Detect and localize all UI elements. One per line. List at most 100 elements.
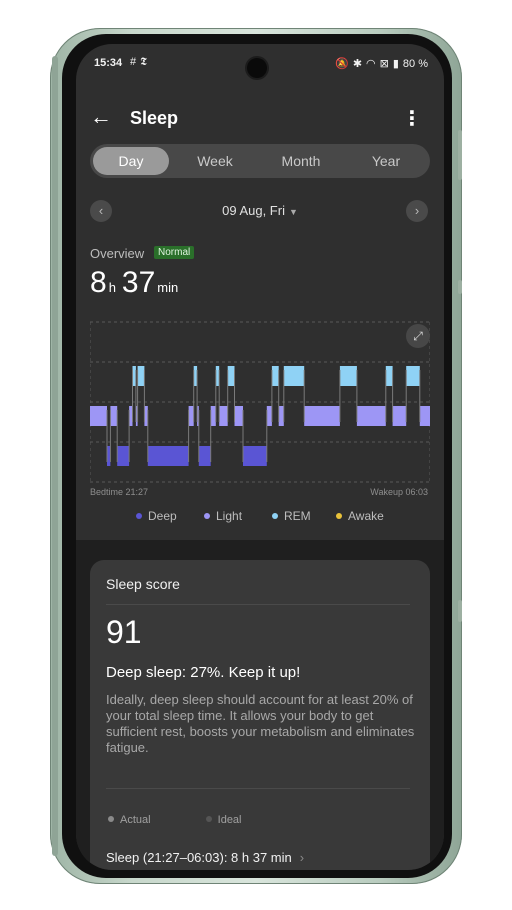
score-description: Ideally, deep sleep should account for a… [106,692,415,755]
sleep-segment-deep [107,446,111,466]
sleep-segment-light [219,406,228,426]
card-divider-2 [106,788,410,789]
sleep-segment-rem [227,366,235,386]
sleep-score-value: 91 [106,614,142,650]
grid-icon: # [130,56,141,68]
mute-icon: 🔕 [335,58,349,70]
sleep-segment-light [278,406,284,426]
status-badge: Normal [154,246,195,259]
sleep-segment-rem [283,366,305,386]
status-left-icons: #𝕿 [130,56,151,69]
status-right: 🔕 ✱ ◠ ⊠ ▮ 80 % [331,57,428,70]
date-selector[interactable]: 09 Aug, Fri ▼ [76,203,444,218]
status-time: 15:34 [94,57,123,69]
chevron-right-icon: › [414,203,420,218]
legend-light-dot [204,512,210,519]
legend-rem-label: REM [284,509,311,523]
back-arrow-icon[interactable]: ← [90,104,112,130]
legend-light-label: Light [216,509,243,523]
sleep-segment-rem [215,366,220,386]
next-day-button[interactable]: › [406,200,428,222]
legend-deep-dot [136,512,142,519]
sleep-segment-rem [339,366,357,386]
sleep-segment-rem [271,366,279,386]
duration-hours-unit: h [108,280,116,295]
tab-month[interactable]: Month [260,147,342,175]
actual-dot [108,816,114,823]
legend-deep: Deep [136,509,177,523]
more-options-icon[interactable]: ⋮ [402,106,422,131]
sleep-segment-light [144,406,148,426]
date-navigator: ‹ 09 Aug, Fri ▼ › [76,200,444,224]
sleep-segment-rem [137,366,145,386]
sleep-segment-light [419,406,430,426]
legend-awake-label: Awake [348,509,384,523]
lower-section: Sleep score 91 Deep sleep: 27%. Keep it … [76,540,444,870]
sleep-segment-light [90,406,107,426]
legend-ideal: Ideal [205,814,268,826]
sleep-segment-light [188,406,194,426]
legend-rem: REM [272,509,311,523]
tab-year[interactable]: Year [346,147,426,175]
status-bar: 15:34 #𝕿 🔕 ✱ ◠ ⊠ ▮ 80 % [76,56,444,78]
wakeup-label: Wakeup 06:03 [370,487,428,497]
news-icon: 𝕿 [140,56,151,68]
sleep-segment-rem [406,366,420,386]
sleep-stage-chart [90,321,430,483]
expand-icon: ⤢ [413,329,423,343]
legend-actual-label: Actual [120,814,151,826]
date-label: 09 Aug, Fri [222,203,285,218]
volume-button [458,130,462,180]
sleep-score-card[interactable]: Sleep score 91 Deep sleep: 27%. Keep it … [90,560,430,870]
legend-ideal-label: Ideal [217,814,242,826]
caret-down-icon: ▼ [288,207,298,217]
duration-minutes-unit: min [157,280,179,295]
sleep-segment-light [356,406,386,426]
tab-week[interactable]: Week [175,147,255,175]
sleep-segment-light [110,406,118,426]
legend-light: Light [204,509,242,523]
expand-chart-button[interactable]: ⤢ [406,324,430,348]
wifi-icon: ◠ [366,58,376,70]
bedtime-label: Bedtime 21:27 [90,487,149,497]
phone-hinge [52,56,58,856]
sleep-summary-row[interactable]: Sleep (21:27–06:03): 8 h 37 min › [106,850,304,865]
sleep-segment-rem [193,366,198,386]
sleep-duration: 8 h 37 min [90,266,184,300]
sleep-segment-deep [198,446,211,466]
period-tabs: Day Week Month Year [90,144,430,178]
legend-actual: Actual [108,814,177,826]
legend-awake-dot [336,512,342,519]
legend-awake: Awake [336,509,384,523]
ideal-dot [205,816,212,823]
card-title: Sleep score [106,576,180,592]
comparison-legend: Actual Ideal [108,814,294,826]
bluetooth-icon: ✱ [352,58,363,70]
chart-legend: Deep Light REM Awake [76,509,444,525]
sleep-segment-deep [147,446,189,466]
sleep-summary: Sleep (21:27–06:03): 8 h 37 min [106,850,292,865]
sleep-segment-rem [132,366,136,386]
close-box-icon: ⊠ [379,58,389,70]
sleep-segment-light [304,406,340,426]
sleep-segment-deep [117,446,130,466]
battery-icon: ▮ [392,58,399,70]
duration-hours: 8 [90,266,107,299]
sleep-segment-light [392,406,407,426]
sleep-segment-rem [385,366,393,386]
sleep-segment-light [234,406,243,426]
screen: 15:34 #𝕿 🔕 ✱ ◠ ⊠ ▮ 80 % ← Sleep ⋮ Day Week Mo… [76,44,444,870]
legend-rem-dot [272,512,278,519]
sleep-segment-light [129,406,133,426]
sleep-segment-light [266,406,272,426]
card-divider [106,604,410,605]
overview-label: Overview [90,246,145,261]
legend-deep-label: Deep [148,509,177,523]
score-headline: Deep sleep: 27%. Keep it up! [106,664,301,681]
tab-day[interactable]: Day [93,147,169,175]
power-button [458,600,462,622]
side-button [458,280,462,294]
sleep-segment-light [210,406,216,426]
duration-minutes: 37 [121,266,156,299]
sleep-segment-deep [243,446,267,466]
